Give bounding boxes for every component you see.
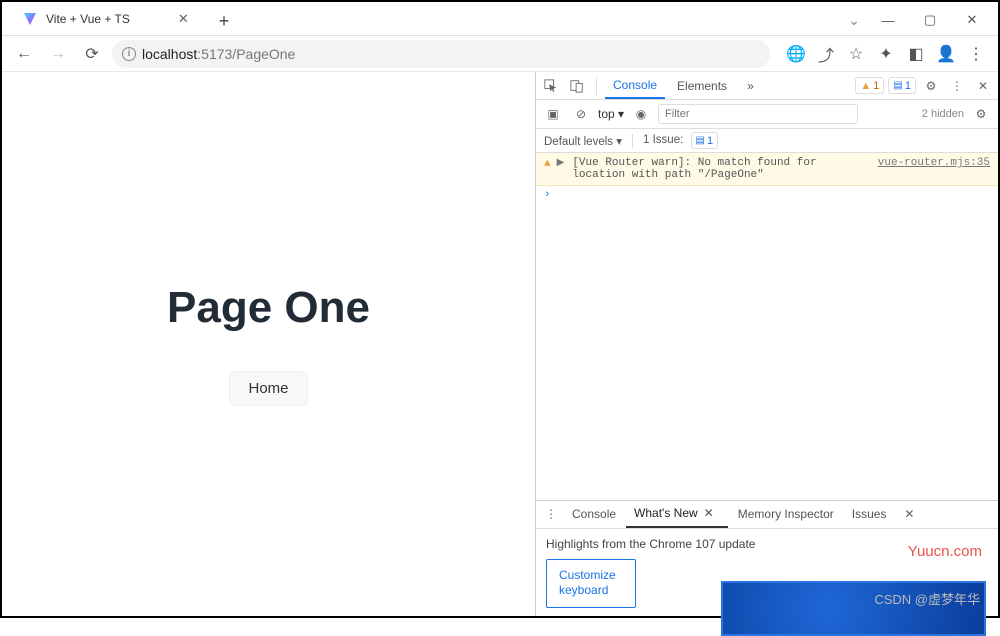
console-source-link[interactable]: vue-router.mjs:35: [878, 157, 990, 169]
content-area: Page One Home Console Elements » ▲1 ▤1 ⚙…: [2, 72, 998, 616]
live-expression-icon[interactable]: ◉: [630, 107, 652, 121]
extensions-icon[interactable]: ✦: [872, 40, 900, 68]
divider: [632, 134, 633, 148]
close-window-button[interactable]: ✕: [952, 7, 992, 33]
watermark-site: Yuucn.com: [908, 543, 982, 560]
devtools-menu-icon[interactable]: ⋮: [946, 79, 968, 93]
webpage-viewport: Page One Home: [2, 72, 535, 616]
devtools-close-icon[interactable]: ✕: [972, 79, 994, 93]
drawer-tab-whatsnew[interactable]: What's New✕: [626, 501, 728, 528]
warnings-badge[interactable]: ▲1: [855, 77, 884, 94]
home-button[interactable]: Home: [229, 371, 307, 406]
clear-console-icon[interactable]: ⊘: [570, 107, 592, 121]
drawer-tab-memory[interactable]: Memory Inspector: [730, 501, 842, 528]
inspect-icon[interactable]: [540, 79, 562, 93]
drawer-tab-console[interactable]: Console: [564, 501, 624, 528]
warning-icon: ▲: [860, 80, 871, 92]
divider: [596, 77, 597, 95]
profile-icon[interactable]: 👤: [932, 40, 960, 68]
drawer-close-icon[interactable]: ✕: [898, 507, 920, 521]
drawer-tabbar: ⋮ Console What's New✕ Memory Inspector I…: [536, 501, 998, 529]
levels-dropdown[interactable]: Default levels ▾: [544, 134, 622, 148]
console-warning-row[interactable]: ▲ ▶ [Vue Router warn]: No match found fo…: [536, 153, 998, 186]
tab-more[interactable]: »: [739, 72, 762, 99]
new-tab-button[interactable]: +: [211, 7, 238, 35]
sidebar-toggle-icon[interactable]: ▣: [542, 107, 564, 121]
page-heading: Page One: [167, 283, 370, 333]
forward-button[interactable]: →: [44, 40, 72, 68]
menu-icon[interactable]: ⋮: [962, 40, 990, 68]
maximize-button[interactable]: ▢: [910, 7, 950, 33]
devtools-tabbar: Console Elements » ▲1 ▤1 ⚙ ⋮ ✕: [536, 72, 998, 100]
tab-title: Vite + Vue + TS: [46, 12, 130, 26]
console-filter-input[interactable]: [658, 104, 858, 124]
back-button[interactable]: ←: [10, 40, 38, 68]
whatsnew-card[interactable]: Customize keyboard: [546, 559, 636, 608]
settings-icon[interactable]: ⚙: [920, 79, 942, 93]
drawer-menu-icon[interactable]: ⋮: [540, 507, 562, 521]
url-host: localhost: [142, 46, 197, 62]
messages-badge[interactable]: ▤1: [888, 77, 916, 94]
console-toolbar: ▣ ⊘ top ▾ ◉ 2 hidden ⚙: [536, 100, 998, 129]
context-selector[interactable]: top ▾: [598, 107, 624, 121]
site-info-icon[interactable]: i: [122, 47, 136, 61]
window-titlebar: Vite + Vue + TS ✕ + ⌄ — ▢ ✕: [2, 2, 998, 36]
close-icon[interactable]: ✕: [698, 506, 720, 520]
console-levels-bar: Default levels ▾ 1 Issue: ▤1: [536, 129, 998, 153]
message-icon: ▤: [893, 80, 902, 91]
watermark-author: CSDN @虚梦年华: [874, 589, 980, 608]
chevron-down-icon[interactable]: ⌄: [848, 12, 860, 29]
browser-tab[interactable]: Vite + Vue + TS ✕: [10, 3, 201, 35]
browser-toolbar: ← → ⟳ i localhost:5173/PageOne 🌐 ⤴ ☆ ✦ ◧…: [2, 36, 998, 72]
tab-console[interactable]: Console: [605, 72, 665, 99]
share-icon[interactable]: ⤴: [812, 40, 840, 68]
expand-caret-icon[interactable]: ▶: [557, 157, 565, 169]
minimize-button[interactable]: —: [868, 7, 908, 33]
device-toggle-icon[interactable]: [566, 79, 588, 93]
reload-button[interactable]: ⟳: [78, 40, 106, 68]
close-tab-icon[interactable]: ✕: [178, 11, 189, 27]
hidden-count[interactable]: 2 hidden: [922, 108, 964, 120]
devtools-panel: Console Elements » ▲1 ▤1 ⚙ ⋮ ✕ ▣ ⊘ top ▾…: [535, 72, 998, 616]
url-path: :5173/PageOne: [197, 46, 295, 62]
drawer-tab-issues[interactable]: Issues: [844, 501, 895, 528]
bookmark-icon[interactable]: ☆: [842, 40, 870, 68]
console-message-text: [Vue Router warn]: No match found for lo…: [572, 157, 863, 181]
translate-icon[interactable]: 🌐: [782, 40, 810, 68]
tab-elements[interactable]: Elements: [669, 72, 735, 99]
console-prompt[interactable]: ›: [536, 186, 998, 204]
sidepanel-icon[interactable]: ◧: [902, 40, 930, 68]
vite-favicon-icon: [22, 11, 38, 27]
console-settings-icon[interactable]: ⚙: [970, 107, 992, 121]
warning-triangle-icon: ▲: [544, 158, 551, 170]
issues-link[interactable]: 1 Issue: ▤1: [643, 132, 718, 149]
address-bar[interactable]: i localhost:5173/PageOne: [112, 40, 770, 68]
